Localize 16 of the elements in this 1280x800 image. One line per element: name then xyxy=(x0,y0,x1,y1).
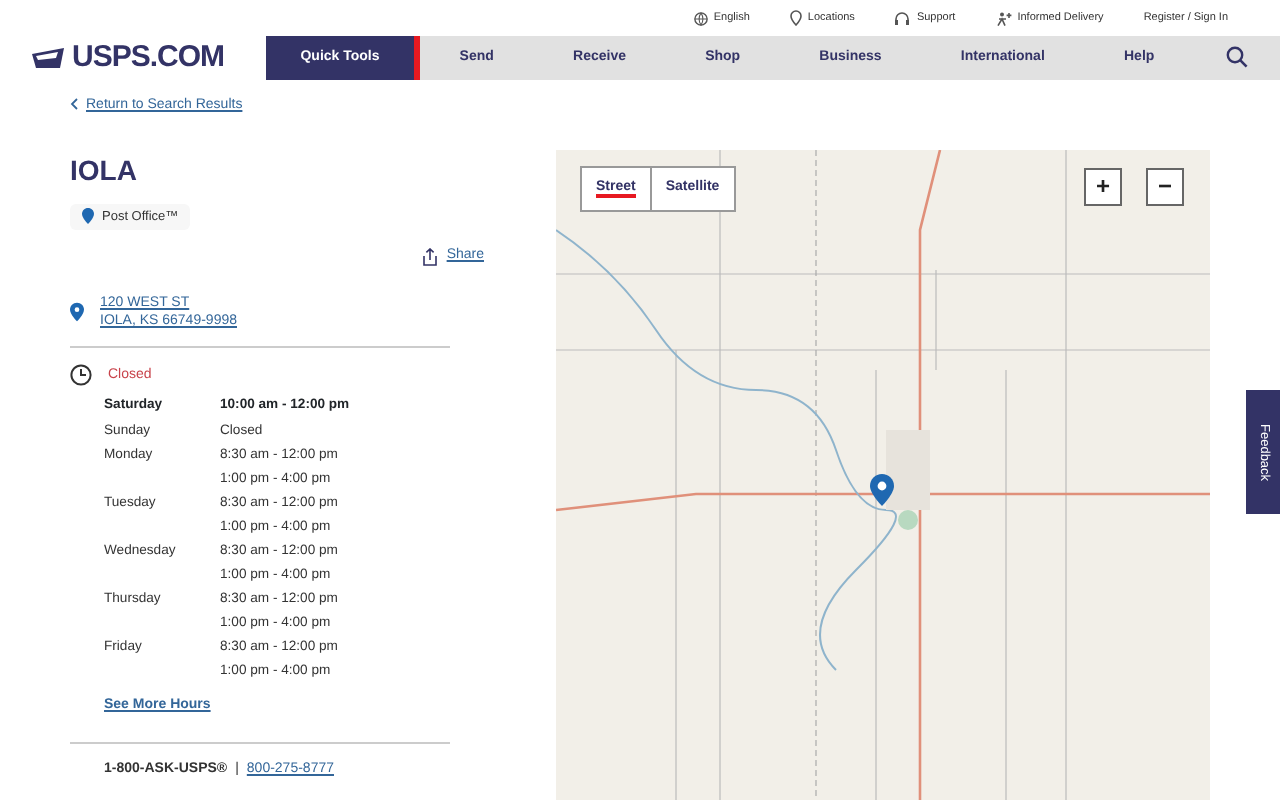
chevron-left-icon xyxy=(70,98,78,111)
person-icon xyxy=(995,11,1012,25)
pin-icon xyxy=(82,208,94,225)
headset-icon xyxy=(894,11,911,25)
search-icon[interactable] xyxy=(1225,46,1248,69)
zoom-out-button[interactable]: − xyxy=(1146,168,1184,206)
pin-icon xyxy=(789,10,802,26)
location-title: IOLA xyxy=(70,151,139,189)
share-icon[interactable] xyxy=(422,247,439,266)
eagle-icon xyxy=(32,48,64,68)
usps-logo[interactable]: USPS.COM xyxy=(0,36,266,80)
clock-icon xyxy=(70,364,92,387)
location-pin-icon[interactable] xyxy=(870,474,894,506)
pin-icon xyxy=(70,302,84,323)
zoom-in-button[interactable]: + xyxy=(1084,168,1122,206)
globe-icon xyxy=(693,11,708,25)
